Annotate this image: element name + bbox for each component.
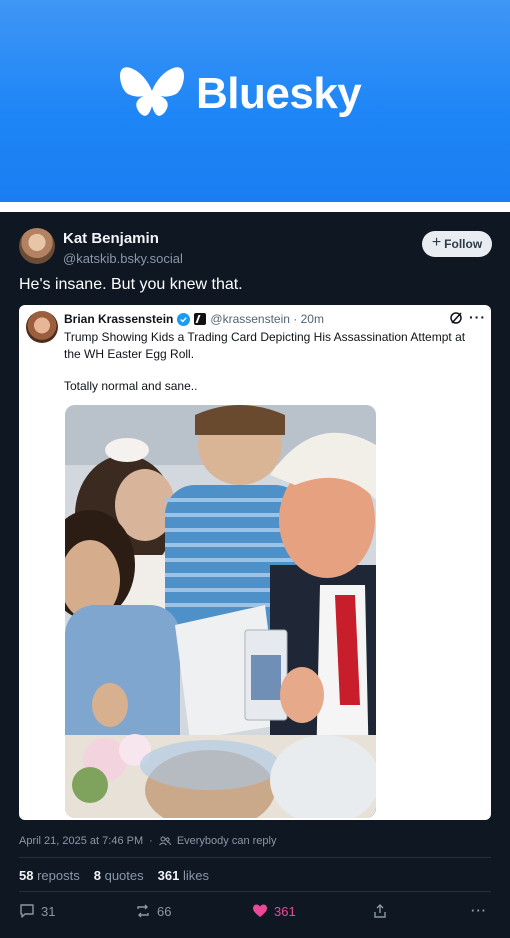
divider [19, 857, 491, 858]
butterfly-icon [120, 67, 184, 116]
post-meta: April 21, 2025 at 7:46 PM · Everybody ca… [19, 835, 276, 847]
grok-icon[interactable] [449, 311, 463, 325]
bluesky-banner: Bluesky [0, 0, 510, 202]
separator-strip [0, 202, 510, 212]
like-count: 361 [274, 903, 296, 919]
reply-count: 31 [41, 903, 56, 919]
author-name[interactable]: Kat Benjamin [63, 230, 159, 247]
meta-separator: · [149, 835, 153, 847]
post-timestamp[interactable]: April 21, 2025 at 7:46 PM [19, 835, 143, 847]
reposts-stat[interactable]: 58 reposts [19, 868, 80, 883]
reply-setting[interactable]: Everybody can reply [177, 835, 277, 847]
post-card: Kat Benjamin @katskib.bsky.social + Foll… [0, 212, 510, 938]
divider [19, 891, 491, 892]
share-button[interactable] [372, 903, 388, 919]
like-button[interactable]: 361 [252, 903, 296, 919]
more-options-button[interactable]: ··· [471, 903, 487, 918]
quoted-photo[interactable] [65, 405, 376, 818]
heart-icon [253, 904, 267, 917]
follow-label: Follow [444, 237, 483, 251]
people-icon [158, 836, 171, 846]
author-handle[interactable]: @katskib.bsky.social [63, 251, 183, 266]
quoted-post[interactable]: Brian Krassenstein @krassenstein · 20m ·… [19, 305, 491, 820]
bluesky-brand: Bluesky [118, 64, 362, 124]
follow-button[interactable]: + Follow [422, 231, 492, 257]
reply-button[interactable]: 31 [19, 903, 55, 919]
affiliate-badge-icon [194, 313, 207, 325]
plus-icon: + [431, 234, 442, 251]
brand-name: Bluesky [196, 69, 362, 118]
likes-stat[interactable]: 361 likes [158, 868, 209, 883]
quotes-stat[interactable]: 8 quotes [94, 868, 144, 883]
more-options-icon[interactable]: ··· [469, 309, 486, 325]
verified-badge-icon [177, 312, 191, 326]
quoted-handle-time: @krassenstein · 20m [210, 312, 324, 326]
author-avatar[interactable] [19, 228, 55, 264]
post-actions: 31 66 361 ··· [19, 903, 491, 923]
quoted-text: Trump Showing Kids a Trading Card Depict… [64, 330, 466, 361]
repost-button[interactable]: 66 [135, 903, 171, 919]
reply-icon [20, 904, 34, 918]
quoted-author-avatar[interactable] [26, 311, 58, 343]
more-icon: ··· [471, 903, 487, 918]
quoted-text-secondary: Totally normal and sane.. [64, 379, 198, 393]
share-icon [374, 904, 386, 918]
repost-icon [137, 904, 149, 918]
quoted-author-name[interactable]: Brian Krassenstein [64, 312, 173, 326]
quoted-author-line: Brian Krassenstein @krassenstein · 20m [64, 312, 324, 326]
post-stats: 58 reposts 8 quotes 361 likes [19, 868, 209, 883]
repost-count: 66 [157, 903, 172, 919]
post-text: He's insane. But you knew that. [19, 276, 243, 293]
photo-illustration [65, 405, 376, 818]
